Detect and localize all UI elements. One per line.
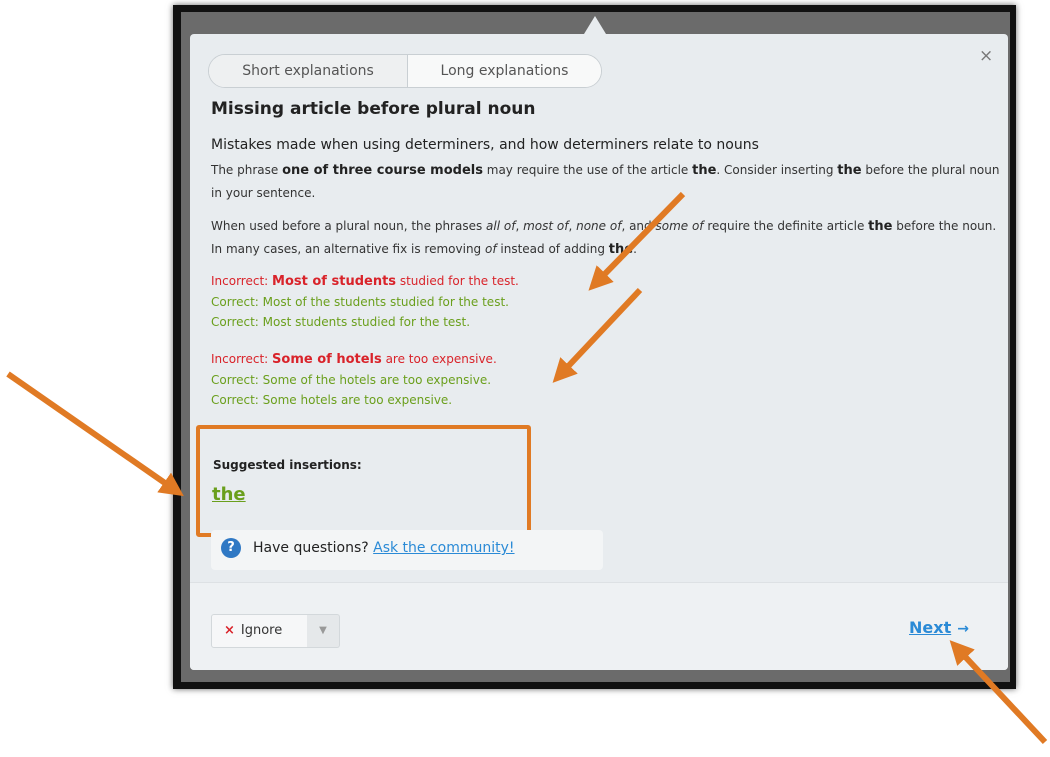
annotation-arrow-3 xyxy=(6,371,184,497)
annotation-arrow-2 xyxy=(552,287,643,383)
annotation-arrows xyxy=(6,191,1048,745)
annotation-arrow-1 xyxy=(588,191,686,291)
annotation-arrow-4 xyxy=(949,640,1048,745)
